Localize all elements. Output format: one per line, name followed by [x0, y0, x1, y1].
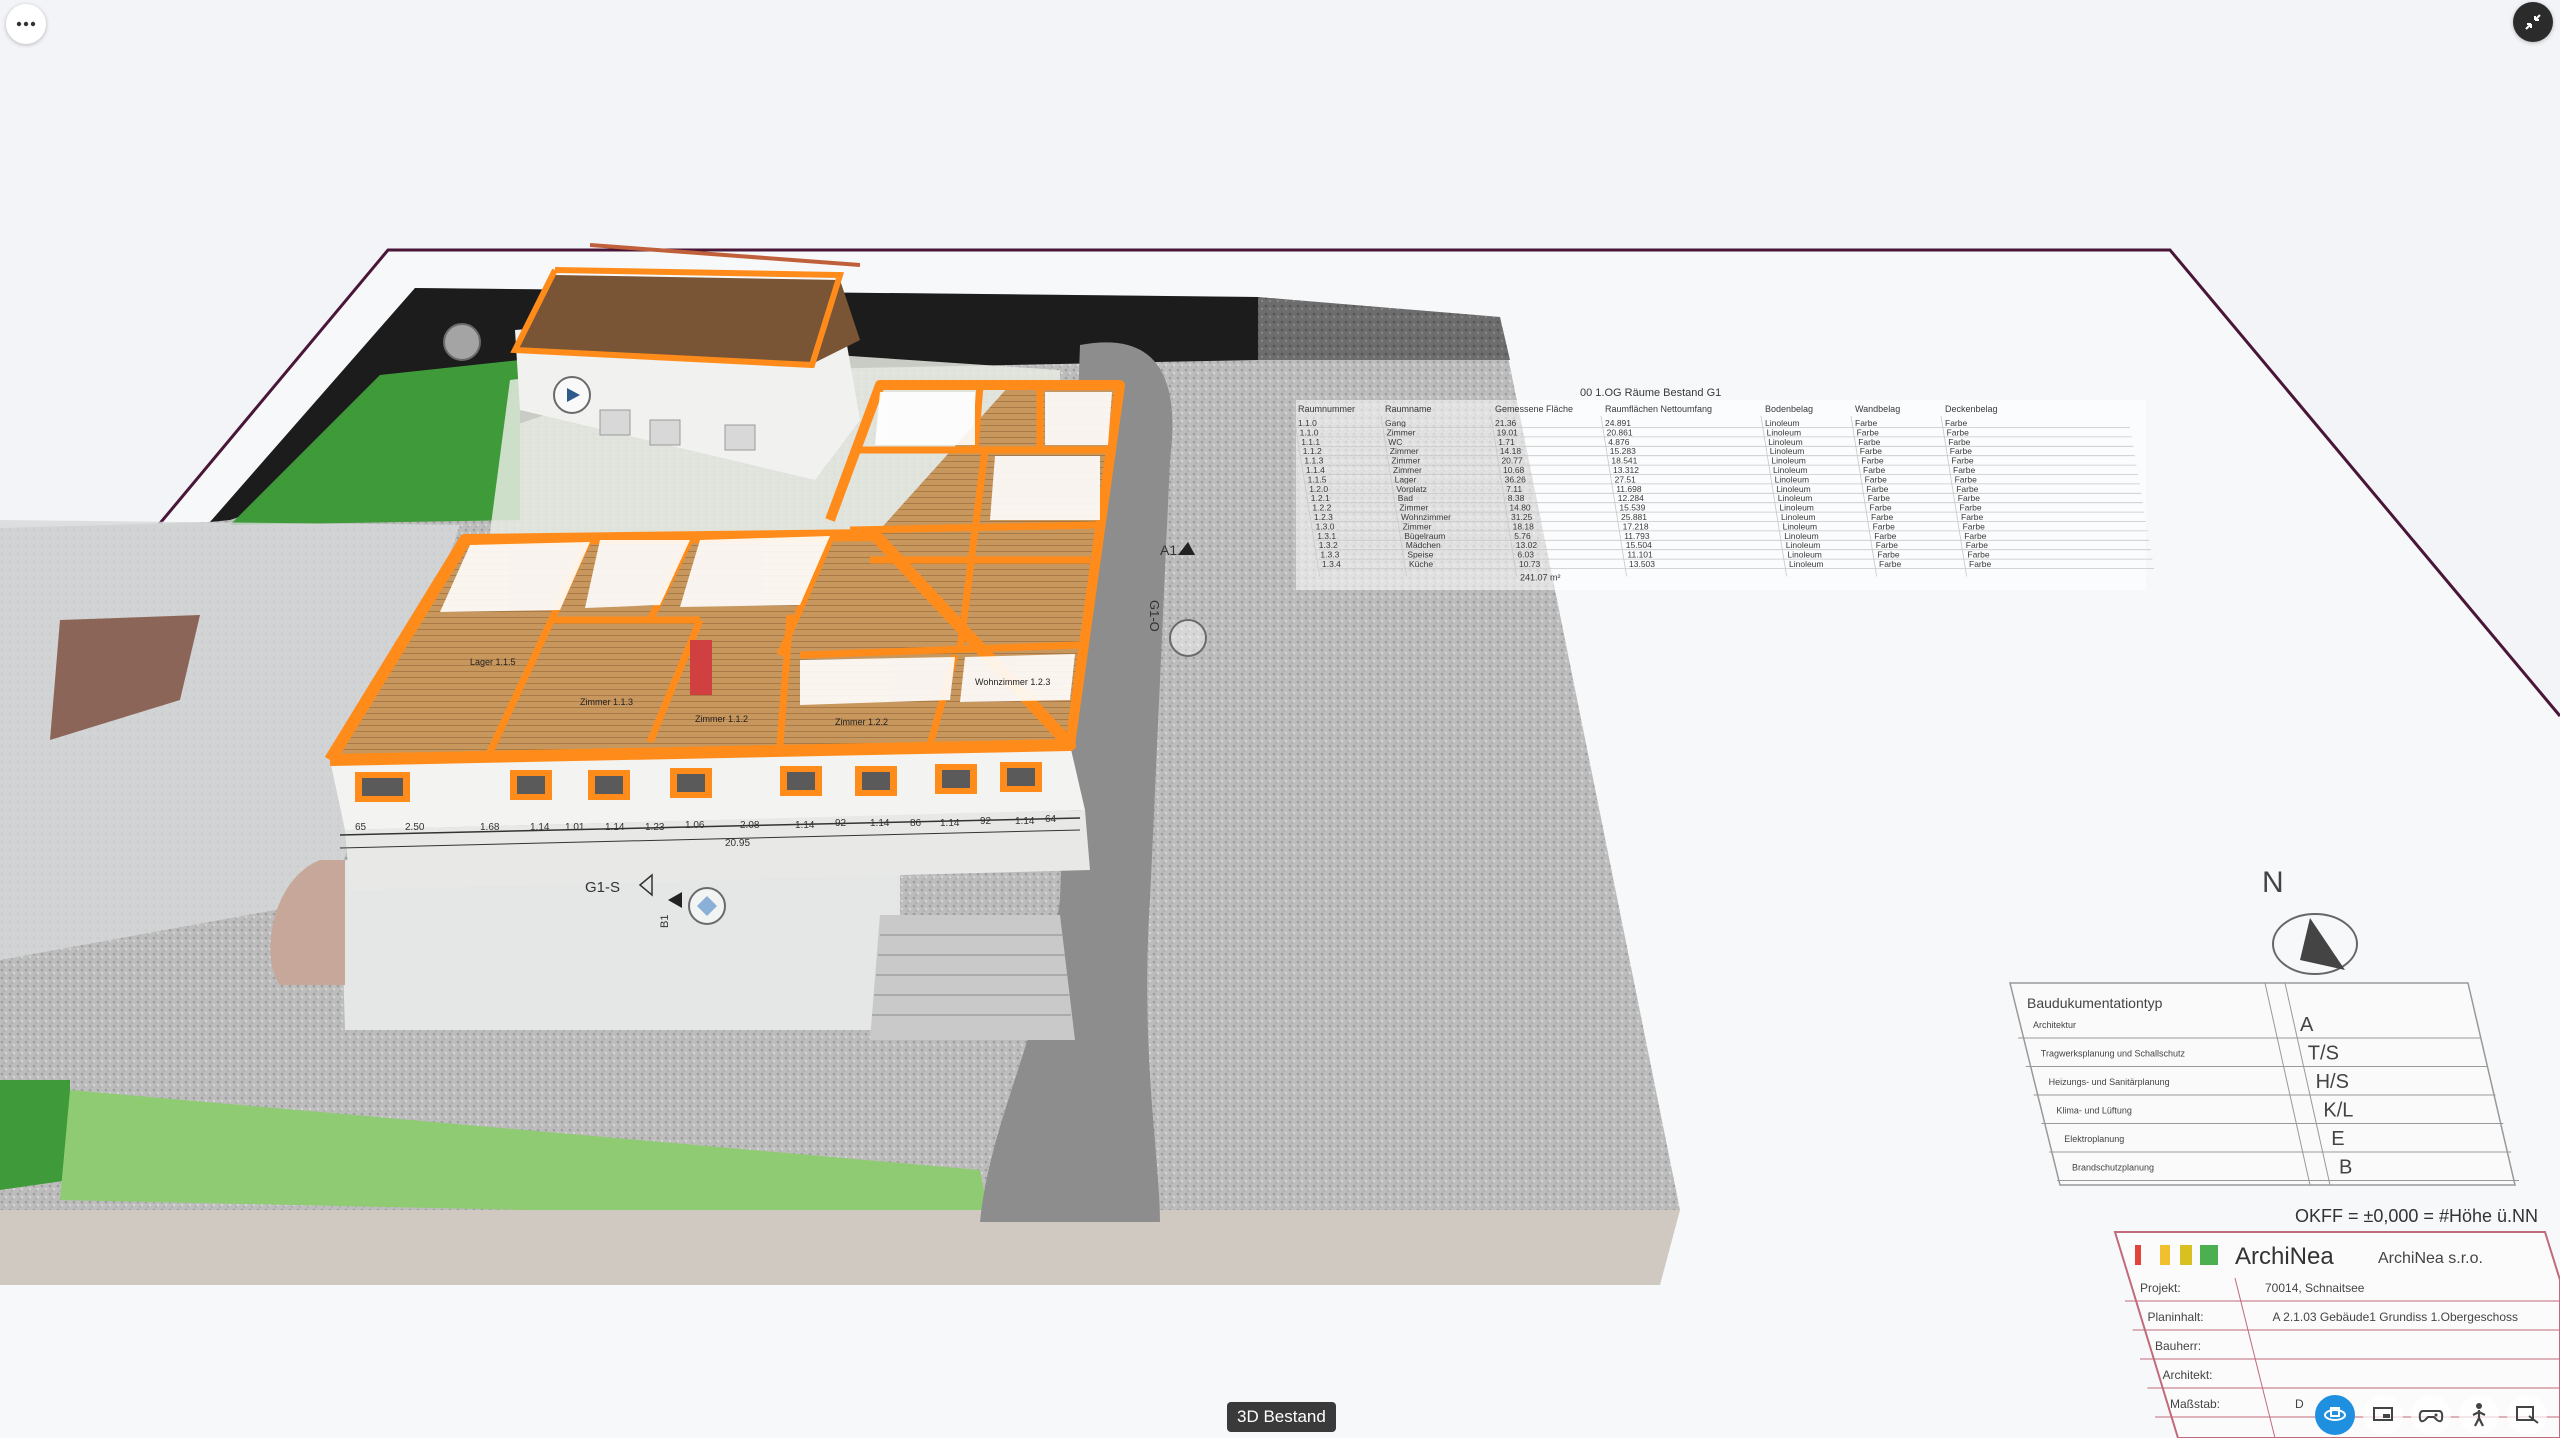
- title-block-value: 70014, Schnaitsee: [2265, 1281, 2365, 1295]
- doc-type-label: Tragwerksplanung und Schallschutz: [2041, 1049, 2186, 1059]
- table-cell: Küche: [1409, 559, 1433, 569]
- walk-person-icon: [2472, 1403, 2486, 1427]
- brand-name: ArchiNea: [2235, 1243, 2334, 1270]
- doc-type-title: Baudukumentationtyp: [2027, 995, 2163, 1011]
- nav-marker[interactable]: [443, 323, 481, 361]
- measure-button[interactable]: [2507, 1395, 2547, 1435]
- doc-type-code: A: [2300, 1014, 2314, 1036]
- collapse-button[interactable]: [2513, 2, 2553, 42]
- measure-icon: [2516, 1406, 2539, 1424]
- doc-type-code: K/L: [2323, 1100, 2353, 1122]
- 3d-viewport[interactable]: Lager 1.1.5 Zimmer 1.1.3 Zimmer 1.1.2 Zi…: [0, 0, 2560, 1438]
- room-label: Zimmer 1.1.2: [695, 714, 748, 724]
- table-header: Wandbelag: [1855, 404, 1900, 414]
- svg-text:1.14: 1.14: [795, 820, 815, 831]
- section-label: G1-S: [585, 879, 620, 896]
- doc-type-label: Klima- und Lüftung: [2056, 1106, 2132, 1116]
- table-cell: 10.73: [1519, 559, 1541, 569]
- svg-text:1.14: 1.14: [530, 822, 550, 833]
- room-table-title: 00 1.OG Räume Bestand G1: [1580, 387, 1721, 399]
- table-header: Raumname: [1385, 404, 1432, 414]
- title-block-label: Maßstab:: [2170, 1397, 2220, 1411]
- title-block-label: Architekt:: [2163, 1368, 2213, 1382]
- room-label: Zimmer 1.2.2: [835, 717, 888, 727]
- more-dots-icon: [16, 21, 36, 27]
- svg-text:20.95: 20.95: [725, 838, 750, 849]
- section-label: B1: [659, 915, 671, 928]
- svg-text:64: 64: [1045, 814, 1057, 825]
- svg-text:86: 86: [910, 818, 922, 829]
- doc-type-code: H/S: [2316, 1071, 2349, 1093]
- room-label: Lager 1.1.5: [470, 657, 516, 667]
- table-cell: 13.503: [1629, 559, 1655, 569]
- room-schedule-table: 00 1.OG Räume Bestand G1 Raumnummer Raumn…: [1293, 387, 2154, 590]
- table-cell: Farbe: [1969, 559, 1991, 569]
- svg-text:1.01: 1.01: [565, 822, 585, 833]
- table-header: Bodenbelag: [1765, 404, 1813, 414]
- doc-type-code: E: [2331, 1128, 2344, 1150]
- svg-text:92: 92: [980, 816, 992, 827]
- presentation-icon: [2373, 1407, 2393, 1421]
- svg-text:65: 65: [355, 822, 367, 833]
- collapse-arrows-icon: [2525, 14, 2541, 30]
- svg-text:1.06: 1.06: [685, 820, 705, 831]
- title-block-value: A 2.1.03 Gebäude1 Grundiss 1.Obergeschos…: [2273, 1310, 2519, 1324]
- svg-text:1.14: 1.14: [870, 818, 890, 829]
- doc-type-label: Architektur: [2033, 1020, 2076, 1030]
- section-label: A1: [1160, 542, 1177, 558]
- svg-text:1.23: 1.23: [645, 822, 665, 833]
- svg-text:92: 92: [835, 818, 847, 829]
- room-label: Wohnzimmer 1.2.3: [975, 677, 1050, 687]
- svg-text:1.14: 1.14: [605, 822, 625, 833]
- svg-text:1.14: 1.14: [1015, 816, 1035, 827]
- view-name-label: 3D Bestand: [1227, 1402, 1336, 1432]
- section-label: G1-O: [1147, 600, 1162, 632]
- svg-text:1.68: 1.68: [480, 822, 500, 833]
- doc-type-code: B: [2339, 1157, 2352, 1179]
- navigation-toolbar: [2315, 1395, 2547, 1435]
- title-block-label: Bauherr:: [2155, 1339, 2201, 1353]
- svg-text:1.14: 1.14: [940, 818, 960, 829]
- walk-button[interactable]: [2459, 1395, 2499, 1435]
- orbit-view-icon: [2324, 1407, 2346, 1421]
- doc-type-label: Elektroplanung: [2064, 1134, 2124, 1144]
- table-cell: Farbe: [1879, 559, 1901, 569]
- okff-note: OKFF = ±0,000 = #Höhe ü.NN: [2295, 1206, 2538, 1226]
- table-header: Raumflächen Nettoumfang: [1605, 404, 1712, 414]
- table-header: Raumnummer: [1298, 404, 1355, 414]
- svg-text:2.08: 2.08: [740, 820, 760, 831]
- doc-type-label: Brandschutzplanung: [2072, 1163, 2154, 1173]
- doc-type-label: Heizungs- und Sanitärplanung: [2049, 1077, 2170, 1087]
- room-label: Zimmer 1.1.3: [580, 697, 633, 707]
- table-cell: 1.3.4: [1322, 559, 1341, 569]
- menu-button[interactable]: [6, 4, 46, 44]
- table-cell: Linoleum: [1789, 559, 1824, 569]
- orbit-view-button[interactable]: [2315, 1395, 2355, 1435]
- documentation-type-table: Baudukumentationtyp Architektur A Tragwerk…: [2009, 982, 2519, 1186]
- gamepad-icon: [2418, 1410, 2444, 1423]
- title-block-label: Projekt:: [2140, 1281, 2181, 1295]
- table-header: Deckenbelag: [1945, 404, 1998, 414]
- title-block-label: Planinhalt:: [2148, 1310, 2204, 1324]
- doc-type-code: T/S: [2308, 1043, 2339, 1065]
- table-header: Gemessene Fläche: [1495, 404, 1573, 414]
- nav-marker[interactable]: [1169, 619, 1207, 657]
- table-total: 241.07 m²: [1520, 572, 1561, 582]
- svg-text:2.50: 2.50: [405, 822, 425, 833]
- gamepad-button[interactable]: [2411, 1395, 2451, 1435]
- presentation-button[interactable]: [2363, 1395, 2403, 1435]
- title-block-value: D: [2295, 1397, 2304, 1411]
- company-name: ArchiNea s.r.o.: [2378, 1250, 2483, 1267]
- north-label: N: [2262, 866, 2284, 899]
